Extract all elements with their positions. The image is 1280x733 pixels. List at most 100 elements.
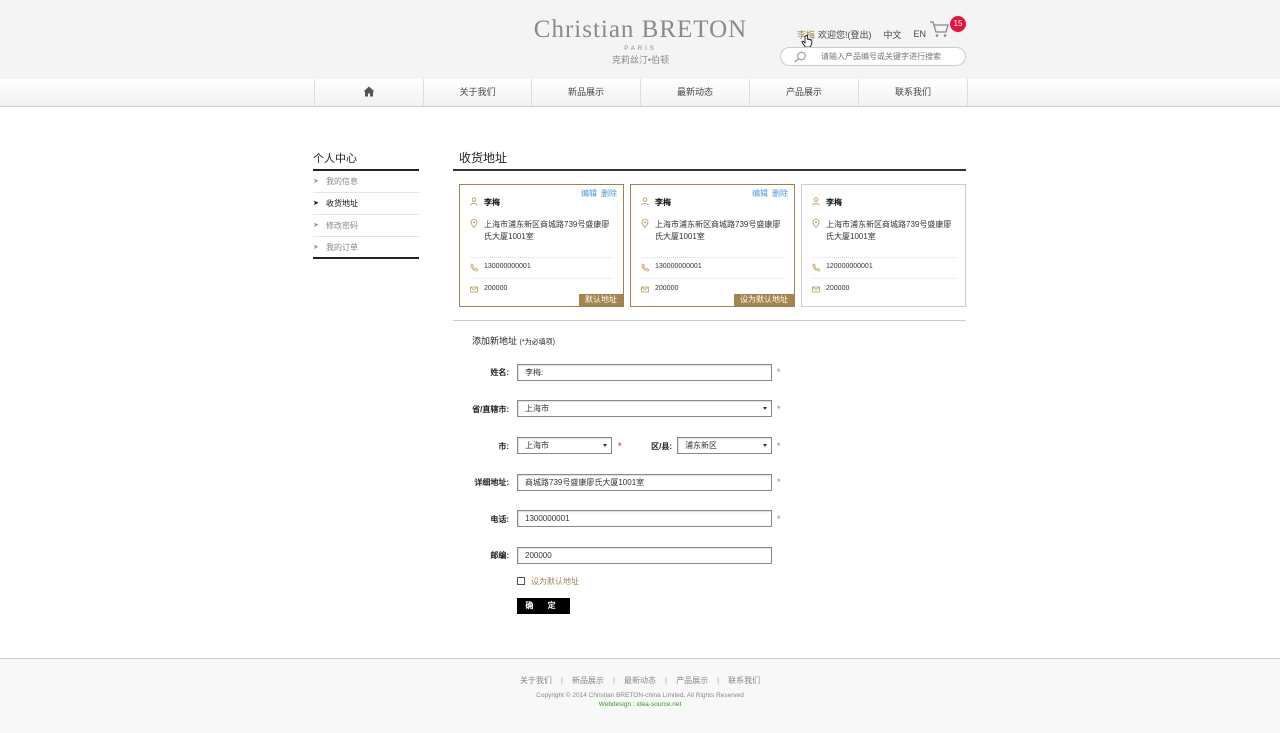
search-input[interactable] — [821, 50, 961, 63]
sidebar-item-orders[interactable]: ➤ 我的订单 — [313, 237, 419, 259]
title-divider — [453, 169, 966, 171]
form-title-text: 添加新地址 — [472, 336, 518, 346]
sidebar-item-label: 我的信息 — [326, 177, 358, 186]
card-divider — [812, 257, 955, 258]
search-icon[interactable] — [793, 51, 807, 63]
recipient-address: 上海市浦东新区商城路739号盛康廖氏大厦1001室 — [826, 220, 952, 241]
footer-link-about[interactable]: 关于我们 — [520, 676, 552, 685]
required-mark: * — [777, 477, 781, 487]
sidebar-menu: ➤ 我的信息 ➤ 收货地址 ➤ 修改密码 ➤ 我的订单 — [313, 171, 419, 259]
site-header: Christian BRETON PARIS 克莉丝汀•伯顿 李梅 欢迎您!(登… — [0, 0, 1280, 79]
mail-icon — [641, 286, 649, 293]
name-input[interactable]: 李梅: — [517, 364, 772, 381]
card-actions: 编辑 删除 — [577, 188, 617, 199]
card-divider — [641, 257, 784, 258]
default-address-label[interactable]: 设为默认地址 — [531, 576, 579, 587]
footer-link-news[interactable]: 最新动态 — [624, 676, 656, 685]
phone-icon — [812, 263, 820, 272]
district-select[interactable]: 浦东新区 — [677, 437, 772, 454]
footer-separator: | — [665, 676, 668, 685]
address-input[interactable]: 商城路739号盛康廖氏大厦1001室 — [517, 474, 772, 491]
nav-new-products[interactable]: 新品展示 — [532, 79, 641, 106]
recipient-name: 李梅 — [484, 198, 500, 207]
sidebar-item-label: 修改密码 — [326, 221, 358, 230]
shopping-cart-icon[interactable] — [929, 20, 949, 38]
sidebar-item-label: 我的订单 — [326, 243, 358, 252]
footer-link-new-products[interactable]: 新品展示 — [572, 676, 604, 685]
submit-button[interactable]: 确 定 — [517, 598, 570, 614]
required-note: (*为必填项) — [519, 339, 555, 346]
card-divider — [470, 257, 613, 258]
lang-en-link[interactable]: EN — [914, 29, 927, 39]
phone-input[interactable]: 1300000001 — [517, 510, 772, 527]
address-card[interactable]: 李梅 上海市浦东新区商城路739号盛康廖氏大厦1001室 12000000000… — [801, 184, 966, 307]
card-divider — [641, 278, 784, 279]
set-default-button[interactable]: 设为默认地址 — [734, 294, 794, 306]
district-selected-value: 浦东新区 — [685, 441, 717, 450]
recipient-address: 上海市浦东新区商城路739号盛康廖氏大厦1001室 — [655, 220, 781, 241]
webdesign-credit-link[interactable]: Webdesign : idea-source.net — [0, 701, 1280, 708]
brand-logo[interactable]: Christian BRETON PARIS 克莉丝汀•伯顿 — [533, 16, 748, 66]
lang-cn-link[interactable]: 中文 — [884, 28, 902, 41]
phone-icon — [641, 263, 649, 272]
address-label: 详细地址: — [474, 478, 509, 487]
person-icon — [641, 197, 649, 206]
zip-label: 邮编: — [490, 551, 509, 560]
page-title: 收货地址 — [459, 151, 508, 165]
nav-news[interactable]: 最新动态 — [641, 79, 750, 106]
logo-subtitle: PARIS — [624, 46, 657, 52]
district-label: 区/县: — [651, 442, 672, 451]
main-nav: 关于我们 新品展示 最新动态 产品展示 联系我们 — [0, 79, 1280, 107]
required-mark: * — [777, 441, 781, 451]
delete-link[interactable]: 删除 — [601, 189, 617, 198]
footer-link-products[interactable]: 产品展示 — [676, 676, 708, 685]
name-label: 姓名: — [490, 368, 509, 377]
nav-about[interactable]: 关于我们 — [424, 79, 532, 106]
sidebar-item-password[interactable]: ➤ 修改密码 — [313, 215, 419, 237]
arrow-right-icon: ➤ — [313, 178, 319, 185]
default-address-checkbox[interactable] — [517, 577, 525, 585]
footer-links: 关于我们 | 新品展示 | 最新动态 | 产品展示 | 联系我们 — [0, 675, 1280, 686]
footer-separator: | — [717, 676, 720, 685]
required-mark: * — [777, 367, 781, 377]
footer-link-contact[interactable]: 联系我们 — [728, 676, 760, 685]
footer-separator: | — [560, 676, 563, 685]
form-title: 添加新地址 (*为必填项) — [472, 334, 555, 347]
recipient-phone: 130000000001 — [484, 263, 531, 270]
logo-wordmark: Christian BRETON — [533, 16, 748, 43]
search-box — [780, 47, 966, 66]
chevron-down-icon — [603, 444, 607, 447]
zip-input[interactable]: 200000 — [517, 547, 772, 564]
nav-products[interactable]: 产品展示 — [750, 79, 859, 106]
card-divider — [470, 278, 613, 279]
location-pin-icon — [470, 219, 478, 228]
welcome-logout-link[interactable]: 欢迎您!(登出) — [818, 28, 872, 41]
city-select[interactable]: 上海市 — [517, 437, 612, 454]
nav-contact[interactable]: 联系我们 — [859, 79, 968, 106]
logo-chinese-name: 克莉丝汀•伯顿 — [611, 55, 670, 65]
location-pin-icon — [812, 219, 820, 228]
province-selected-value: 上海市 — [525, 404, 549, 413]
recipient-zip: 200000 — [484, 285, 508, 292]
default-address-badge: 默认地址 — [579, 294, 623, 306]
edit-link[interactable]: 编辑 — [581, 189, 597, 198]
card-actions: 编辑 删除 — [748, 188, 788, 199]
delete-link[interactable]: 删除 — [772, 189, 788, 198]
arrow-right-icon: ➤ — [313, 222, 319, 229]
city-label: 市: — [498, 442, 509, 451]
required-mark: * — [777, 404, 781, 414]
arrow-right-icon: ➤ — [313, 244, 319, 251]
recipient-zip: 200000 — [655, 285, 679, 292]
recipient-zip: 200000 — [826, 285, 850, 292]
footer-separator: | — [612, 676, 615, 685]
address-card[interactable]: 编辑 删除 李梅 上海市浦东新区商城路739号盛康廖氏大厦1001室 130000… — [630, 184, 795, 307]
sidebar-item-my-info[interactable]: ➤ 我的信息 — [313, 171, 419, 193]
recipient-phone: 120000000001 — [826, 263, 873, 270]
person-icon — [812, 197, 820, 206]
edit-link[interactable]: 编辑 — [752, 189, 768, 198]
sidebar-item-address[interactable]: ➤ 收货地址 — [313, 193, 419, 215]
address-card[interactable]: 编辑 删除 李梅 上海市浦东新区商城路739号盛康廖氏大厦1001室 130000… — [459, 184, 624, 307]
mail-icon — [812, 286, 820, 293]
province-select[interactable]: 上海市 — [517, 400, 772, 417]
nav-home[interactable] — [315, 79, 424, 106]
